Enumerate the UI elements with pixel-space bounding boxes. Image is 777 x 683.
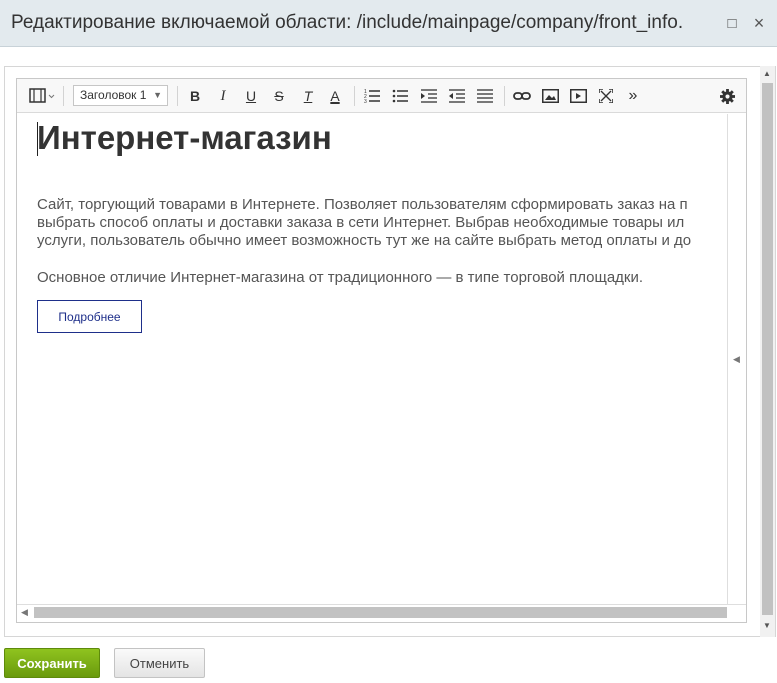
dialog-title: Редактирование включаемой области: /incl… bbox=[11, 12, 684, 33]
unordered-list-icon[interactable] bbox=[390, 86, 410, 106]
chevron-down-icon: ▼ bbox=[153, 90, 162, 100]
vertical-scrollbar[interactable]: ▲ ▼ bbox=[760, 66, 775, 637]
paragraph-line[interactable]: услуги, пользователь обычно имеет возмож… bbox=[37, 232, 691, 250]
image-icon[interactable] bbox=[540, 86, 560, 106]
more-icon[interactable]: » bbox=[623, 86, 643, 106]
toolbar-separator bbox=[504, 86, 505, 106]
scroll-up-icon[interactable]: ▲ bbox=[763, 69, 771, 78]
video-icon[interactable] bbox=[568, 86, 588, 106]
strikethrough-icon[interactable]: S bbox=[269, 86, 289, 106]
save-button[interactable]: Сохранить bbox=[4, 648, 100, 678]
paragraph-line[interactable]: Основное отличие Интернет-магазина от тр… bbox=[37, 269, 643, 287]
indent-icon[interactable] bbox=[419, 86, 439, 106]
scroll-left-icon[interactable]: ◀ bbox=[21, 607, 28, 618]
more-button[interactable]: Подробнее bbox=[37, 300, 142, 333]
scroll-down-icon[interactable]: ▼ bbox=[763, 621, 771, 630]
toolbar-separator bbox=[177, 86, 178, 106]
vertical-scroll-thumb[interactable] bbox=[762, 83, 773, 615]
content-heading[interactable]: Интернет-магазин bbox=[37, 119, 332, 157]
chevron-left-icon: ◀ bbox=[733, 353, 740, 364]
cancel-button[interactable]: Отменить bbox=[114, 648, 205, 678]
outdent-icon[interactable] bbox=[447, 86, 467, 106]
paragraph-line[interactable]: выбрать способ оплаты и доставки заказа … bbox=[37, 214, 684, 232]
settings-icon[interactable] bbox=[717, 86, 737, 106]
format-select-value: Заголовок 1 bbox=[80, 88, 147, 102]
close-icon[interactable]: × bbox=[750, 13, 768, 33]
bold-icon[interactable]: B bbox=[185, 86, 205, 106]
ordered-list-icon[interactable]: 1 2 3 bbox=[362, 86, 382, 106]
horizontal-scrollbar[interactable]: ◀ bbox=[17, 604, 746, 621]
maximize-icon[interactable]: □ bbox=[723, 13, 741, 33]
editor-toolbar: Заголовок 1 ▼ B I U S T A 1 2 3 » bbox=[17, 79, 746, 113]
svg-text:3: 3 bbox=[364, 99, 367, 104]
side-panel-toggle[interactable]: ◀ bbox=[727, 114, 745, 604]
fullscreen-icon[interactable] bbox=[596, 86, 616, 106]
view-mode-icon[interactable] bbox=[27, 86, 57, 106]
remove-format-icon[interactable]: T bbox=[297, 86, 319, 106]
underline-icon[interactable]: U bbox=[241, 86, 261, 106]
text-cursor bbox=[37, 122, 38, 156]
format-select[interactable]: Заголовок 1 ▼ bbox=[73, 85, 168, 106]
font-color-icon[interactable]: A bbox=[325, 86, 345, 106]
editor-content-area[interactable]: Интернет-магазин Сайт, торгующий товарам… bbox=[18, 114, 726, 604]
horizontal-scroll-thumb[interactable] bbox=[34, 607, 727, 618]
paragraph-line[interactable]: Сайт, торгующий товарами в Интернете. По… bbox=[37, 196, 688, 214]
toolbar-separator bbox=[63, 86, 64, 106]
dialog-titlebar: Редактирование включаемой области: /incl… bbox=[0, 0, 777, 47]
link-icon[interactable] bbox=[512, 86, 532, 106]
italic-icon[interactable]: I bbox=[213, 86, 233, 106]
align-icon[interactable] bbox=[475, 86, 495, 106]
toolbar-separator bbox=[354, 86, 355, 106]
html-editor: Заголовок 1 ▼ B I U S T A 1 2 3 » Интерн… bbox=[16, 78, 747, 623]
